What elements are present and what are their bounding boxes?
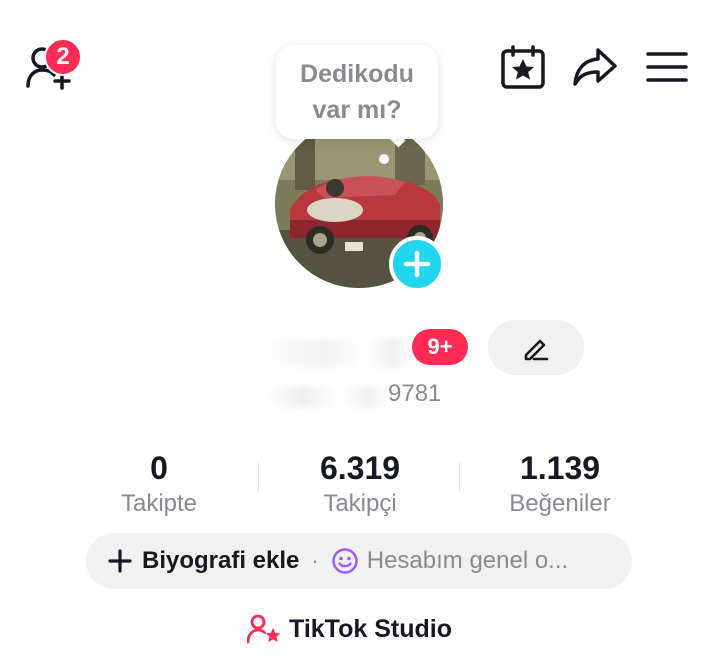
calendar-button[interactable]	[500, 44, 546, 90]
stat-divider	[459, 462, 460, 492]
notification-badge: 2	[44, 38, 82, 76]
note-bubble[interactable]: Dedikodu var mı?	[276, 45, 438, 139]
add-bio-label: Biyografi ekle	[142, 547, 300, 574]
stat-likes-label: Beğeniler	[509, 490, 611, 517]
bio-row: Biyografi ekle · Hesabım genel o...	[86, 533, 632, 589]
tiktok-studio-link[interactable]: TikTok Studio	[247, 614, 452, 644]
add-story-button[interactable]	[389, 236, 445, 292]
new-count-badge: 9+	[412, 329, 468, 365]
studio-person-star-icon	[247, 614, 281, 644]
plus-icon	[108, 549, 132, 573]
stat-likes[interactable]: 1.139 Beğeniler	[470, 450, 650, 520]
account-status-text: Hesabım genel o...	[366, 547, 569, 574]
bio-separator: ·	[311, 548, 319, 573]
edit-profile-button[interactable]	[488, 320, 584, 375]
stat-likes-value: 1.139	[519, 450, 601, 486]
plus-icon	[403, 250, 431, 278]
stat-following-value: 0	[150, 450, 168, 486]
account-status-button[interactable]: Hesabım genel o...	[331, 547, 568, 575]
calendar-star-icon	[501, 45, 545, 89]
smiley-icon	[331, 548, 358, 574]
menu-button[interactable]	[644, 44, 690, 90]
stat-following[interactable]: 0 Takipte	[69, 450, 249, 520]
stat-following-label: Takipte	[120, 490, 198, 517]
note-bubble-dot	[379, 154, 389, 164]
handle-obscured	[266, 386, 388, 408]
share-icon	[573, 48, 617, 86]
stat-divider	[258, 462, 259, 492]
add-bio-button[interactable]: Biyografi ekle	[108, 547, 299, 575]
display-name-obscured	[262, 338, 410, 368]
pencil-icon	[524, 339, 549, 360]
tiktok-studio-label: TikTok Studio	[289, 614, 452, 643]
username-handle: 9781	[388, 380, 442, 407]
profile-screen: 2 Dedikodu var mı? 9+ 9781 0 Takipte 6.3…	[0, 0, 718, 663]
menu-icon	[646, 52, 688, 82]
stat-followers-value: 6.319	[319, 450, 401, 486]
stat-followers[interactable]: 6.319 Takipçi	[270, 450, 450, 520]
share-button[interactable]	[572, 44, 618, 90]
stat-followers-label: Takipçi	[323, 490, 397, 517]
note-text: Dedikodu var mı?	[300, 60, 414, 124]
